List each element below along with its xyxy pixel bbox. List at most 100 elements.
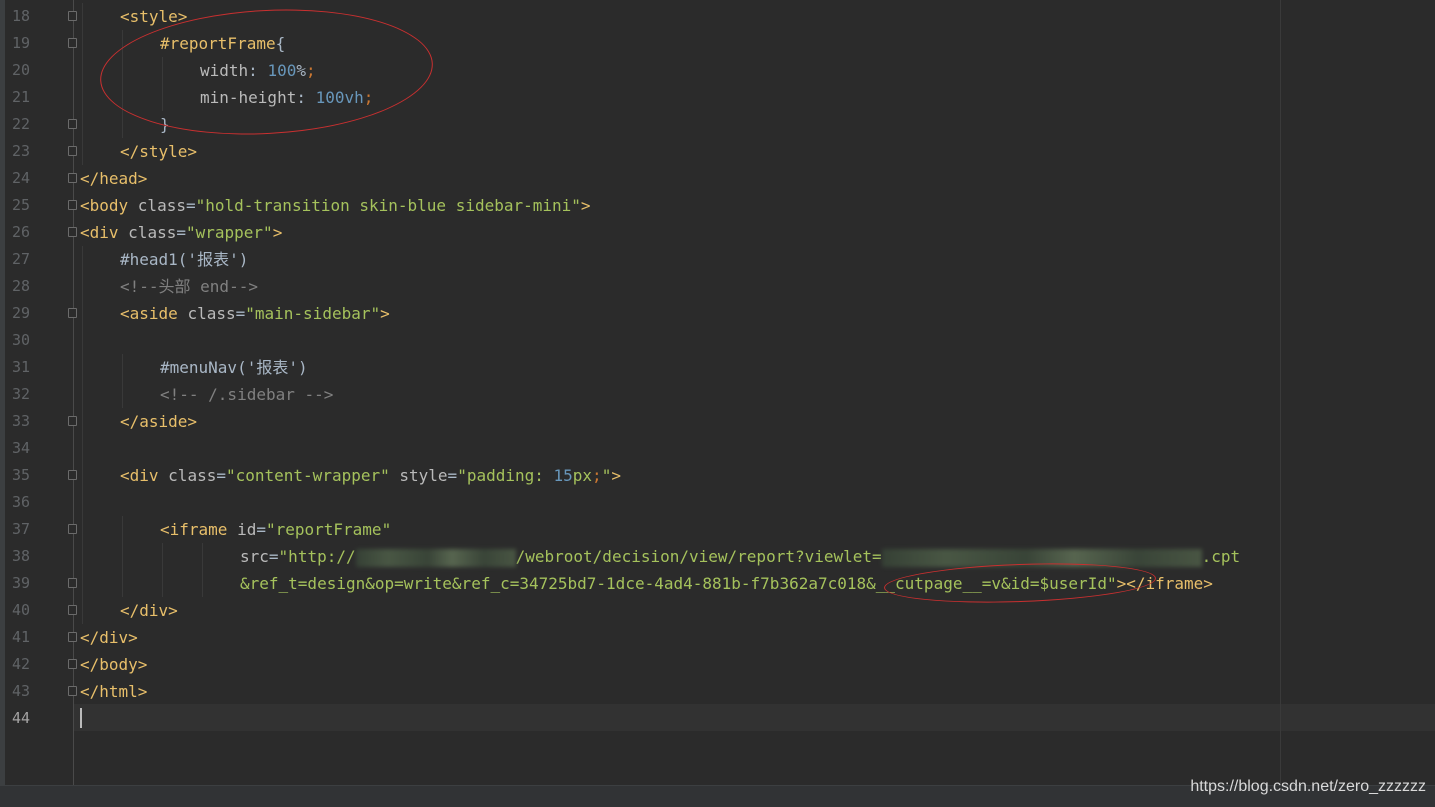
code-text: </aside> — [120, 408, 197, 435]
code-token: > — [380, 304, 390, 323]
code-token: src — [240, 547, 269, 566]
fold-marker-icon[interactable] — [68, 146, 77, 156]
fold-marker-icon[interactable] — [68, 632, 77, 642]
line-number: 34 — [12, 439, 31, 457]
fold-marker-icon[interactable] — [68, 173, 77, 183]
indent-guide — [82, 354, 83, 381]
line-number: 30 — [12, 331, 31, 349]
line-number: 38 — [12, 547, 31, 565]
fold-marker-icon[interactable] — [68, 308, 77, 318]
fold-marker-icon[interactable] — [68, 470, 77, 480]
code-line-34[interactable]: 34 — [0, 435, 1435, 462]
line-number: 25 — [12, 196, 31, 214]
code-line-30[interactable]: 30 — [0, 327, 1435, 354]
code-token: 15 — [553, 466, 573, 485]
code-editor[interactable]: 18 <style> 19 #reportFrame{20 width: 100%; 21… — [0, 0, 1435, 807]
code-token: class — [137, 196, 186, 215]
line-number: 28 — [12, 277, 31, 295]
code-token: /webroot/decision/view/report?viewlet= — [515, 547, 882, 566]
indent-guide — [82, 57, 83, 84]
code-token: "hold-transition skin-blue sidebar-mini" — [195, 196, 581, 215]
code-token: class — [187, 304, 236, 323]
code-token: ; — [592, 466, 602, 485]
code-line-25[interactable]: 25 <body class="hold-transition skin-blue… — [0, 192, 1435, 219]
code-line-27[interactable]: 27 #head1('报表') — [0, 246, 1435, 273]
indent-guide — [122, 354, 123, 381]
line-number: 29 — [12, 304, 31, 322]
line-number: 22 — [12, 115, 31, 133]
code-line-42[interactable]: 42 </body> — [0, 651, 1435, 678]
code-line-29[interactable]: 29 <aside class="main-sidebar"> — [0, 300, 1435, 327]
fold-marker-icon[interactable] — [68, 38, 77, 48]
fold-marker-icon[interactable] — [68, 524, 77, 534]
code-text: </div> — [80, 624, 138, 651]
code-token: > — [611, 466, 621, 485]
code-line-39[interactable]: 39 &ref_t=design&op=write&ref_c=34725bd7-… — [0, 570, 1435, 597]
fold-marker-icon[interactable] — [68, 605, 77, 615]
code-line-26[interactable]: 26 <div class="wrapper"> — [0, 219, 1435, 246]
fold-marker-icon[interactable] — [68, 227, 77, 237]
code-line-33[interactable]: 33 </aside> — [0, 408, 1435, 435]
line-number: 43 — [12, 682, 31, 700]
fold-marker-icon[interactable] — [68, 200, 77, 210]
fold-marker-icon[interactable] — [68, 578, 77, 588]
line-number: 44 — [12, 709, 31, 727]
code-token: </html> — [80, 682, 148, 701]
indent-guide — [162, 570, 163, 597]
code-token: = — [268, 547, 279, 566]
indent-guide — [202, 543, 203, 570]
code-token: <body — [80, 196, 138, 215]
code-line-41[interactable]: 41 </div> — [0, 624, 1435, 651]
indent-guide — [82, 381, 83, 408]
code-line-28[interactable]: 28 <!--头部 end--> — [0, 273, 1435, 300]
code-text: <iframe id="reportFrame" — [160, 516, 391, 543]
line-number: 37 — [12, 520, 31, 538]
code-line-38[interactable]: 38 src="http:// /webroot/decision/view/rep… — [0, 543, 1435, 570]
indent-guide — [82, 597, 83, 624]
code-token: = — [176, 223, 186, 242]
fold-marker-icon[interactable] — [68, 686, 77, 696]
code-text: <div class="content-wrapper" style="padd… — [120, 462, 621, 489]
indent-guide — [122, 570, 123, 597]
code-line-32[interactable]: 32 <!-- /.sidebar --> — [0, 381, 1435, 408]
code-text: </html> — [80, 678, 147, 705]
code-text: <!--头部 end--> — [120, 273, 258, 300]
code-line-31[interactable]: 31 #menuNav('报表') — [0, 354, 1435, 381]
line-number: 31 — [12, 358, 31, 376]
indent-guide — [162, 543, 163, 570]
code-token: #menuNav('报表') — [160, 358, 308, 377]
code-line-23[interactable]: 23 </style> — [0, 138, 1435, 165]
code-token: "wrapper" — [185, 223, 273, 242]
code-token: "padding: — [457, 466, 554, 485]
indent-guide — [82, 435, 83, 462]
indent-guide — [82, 273, 83, 300]
fold-marker-icon[interactable] — [68, 659, 77, 669]
indent-guide — [82, 489, 83, 516]
code-token: </div> — [120, 601, 178, 620]
code-line-40[interactable]: 40 </div> — [0, 597, 1435, 624]
indent-guide — [82, 3, 83, 30]
code-line-44[interactable]: 44 — [0, 705, 1435, 732]
fold-marker-icon[interactable] — [68, 119, 77, 129]
code-token: = — [185, 196, 196, 215]
code-line-43[interactable]: 43 </html> — [0, 678, 1435, 705]
indent-guide — [82, 408, 83, 435]
line-number: 40 — [12, 601, 31, 619]
code-token: id — [237, 520, 257, 539]
code-text: #menuNav('报表') — [160, 354, 308, 381]
code-token: = — [216, 466, 226, 485]
code-token: <!-- /.sidebar --> — [160, 385, 334, 404]
line-number: 24 — [12, 169, 31, 187]
fold-marker-icon[interactable] — [68, 416, 77, 426]
code-token: <div — [80, 223, 129, 242]
code-line-37[interactable]: 37 <iframe id="reportFrame" — [0, 516, 1435, 543]
code-token: "content-wrapper" — [225, 466, 390, 485]
code-token: = — [256, 520, 266, 539]
code-token: </style> — [120, 142, 198, 161]
code-line-35[interactable]: 35 <div class="content-wrapper" style="pa… — [0, 462, 1435, 489]
fold-marker-icon[interactable] — [68, 11, 77, 21]
code-token: <iframe — [160, 520, 238, 539]
code-line-24[interactable]: 24 </head> — [0, 165, 1435, 192]
code-line-36[interactable]: 36 — [0, 489, 1435, 516]
indent-guide — [82, 543, 83, 570]
